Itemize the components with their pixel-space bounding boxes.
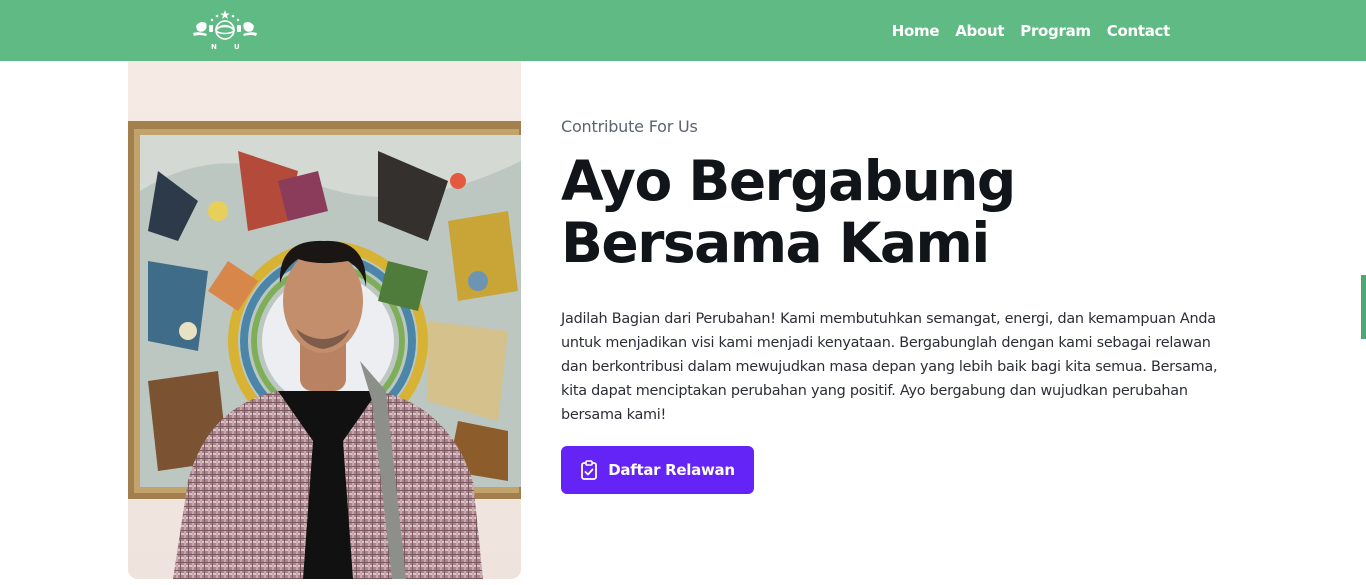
section-eyebrow: Contribute For Us	[561, 117, 698, 136]
volunteer-photo-illustration	[128, 61, 521, 579]
page-title: Ayo Bergabung Bersama Kami	[561, 149, 1016, 275]
clipboard-check-icon	[581, 460, 598, 480]
nav-link-contact[interactable]: Contact	[1107, 22, 1171, 40]
nu-logo[interactable]: N U	[190, 6, 260, 52]
nav-link-about[interactable]: About	[955, 22, 1004, 40]
svg-text:U: U	[234, 43, 240, 51]
volunteer-photo	[128, 61, 521, 579]
nav-link-program[interactable]: Program	[1020, 22, 1091, 40]
main-nav: Home About Program Contact	[892, 0, 1171, 61]
volunteer-signup-button[interactable]: Daftar Relawan	[561, 446, 754, 494]
svg-text:N: N	[211, 43, 217, 51]
navbar: N U Home About Program Contact	[0, 0, 1366, 61]
nav-link-home[interactable]: Home	[892, 22, 940, 40]
scroll-indicator[interactable]	[1361, 275, 1366, 339]
volunteer-signup-label: Daftar Relawan	[608, 461, 735, 479]
hero-description: Jadilah Bagian dari Perubahan! Kami memb…	[561, 311, 1218, 423]
